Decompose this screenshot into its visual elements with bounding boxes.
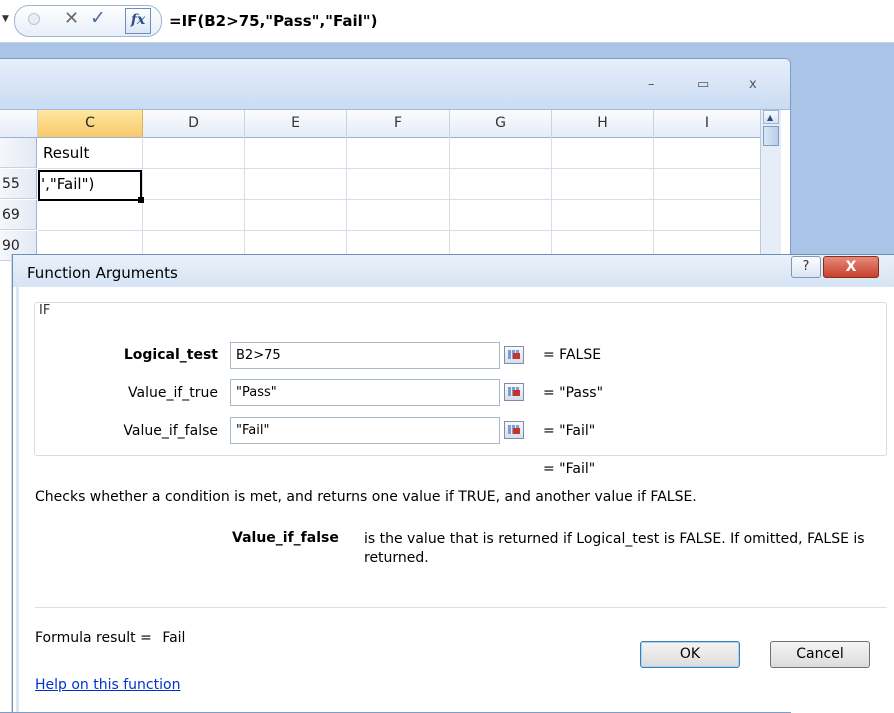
close-dialog-button[interactable]: X xyxy=(823,256,879,278)
range-select-arrow-icon xyxy=(513,390,520,396)
dialog-title: Function Arguments xyxy=(27,264,178,282)
value-if-true-label: Value_if_true xyxy=(128,385,218,401)
column-header-i[interactable]: I xyxy=(654,110,761,137)
value-if-false-collapse-button[interactable] xyxy=(504,421,524,439)
column-header-h[interactable]: H xyxy=(552,110,654,137)
value-if-true-collapse-button[interactable] xyxy=(504,383,524,401)
value-if-false-input[interactable] xyxy=(230,417,500,444)
formula-result-value: Fail xyxy=(162,630,186,646)
table-row xyxy=(38,138,760,169)
enter-entry-icon[interactable]: ✓ xyxy=(90,7,106,29)
fill-handle[interactable] xyxy=(138,197,144,203)
argument-description-text: is the value that is returned if Logical… xyxy=(364,531,865,566)
formula-bar: ▼ ✕ ✓ fx =IF(B2>75,"Pass","Fail") xyxy=(0,0,894,43)
logical-test-input[interactable] xyxy=(230,342,500,369)
scroll-up-icon: ▲ xyxy=(767,113,774,122)
minimize-icon[interactable]: – xyxy=(648,77,655,92)
function-total-result: = "Fail" xyxy=(543,461,596,477)
function-description: Checks whether a condition is met, and r… xyxy=(35,489,697,505)
function-name: IF xyxy=(36,303,54,318)
range-select-arrow-icon xyxy=(513,428,520,434)
column-header-f[interactable]: F xyxy=(347,110,450,137)
formula-result: Formula result = Fail xyxy=(35,630,185,646)
workbook-titlebar: – ▭ x xyxy=(0,59,790,110)
cancel-entry-icon[interactable]: ✕ xyxy=(64,8,79,29)
value-if-true-input[interactable] xyxy=(230,379,500,406)
logical-test-label: Logical_test xyxy=(123,347,218,363)
cell-c1[interactable]: Result xyxy=(43,144,89,162)
table-row xyxy=(38,169,760,200)
column-header-g[interactable]: G xyxy=(450,110,552,137)
insert-function-icon[interactable]: fx xyxy=(125,8,151,34)
help-on-function-link[interactable]: Help on this function xyxy=(35,677,180,693)
column-headers: C D E F G H I xyxy=(0,110,761,138)
name-box-dropdown-icon[interactable]: ▼ xyxy=(2,14,9,24)
row-header[interactable]: 69 xyxy=(0,200,37,230)
cancel-button[interactable]: Cancel xyxy=(770,641,870,668)
value-if-false-label: Value_if_false xyxy=(123,423,218,439)
ok-button[interactable]: OK xyxy=(640,641,740,668)
value-if-true-result: = "Pass" xyxy=(543,385,604,401)
row-header[interactable] xyxy=(0,138,37,168)
close-icon[interactable]: x xyxy=(749,77,757,92)
function-arguments-dialog: Function Arguments ? X IF Logical_test =… xyxy=(12,254,894,712)
logical-test-collapse-button[interactable] xyxy=(504,346,524,364)
logical-test-result: = FALSE xyxy=(543,347,602,363)
help-icon[interactable]: ? xyxy=(791,256,821,278)
dialog-titlebar[interactable]: Function Arguments ? X xyxy=(13,255,894,287)
scroll-thumb[interactable] xyxy=(763,126,779,146)
column-header-d[interactable]: D xyxy=(143,110,245,137)
formula-text[interactable]: =IF(B2>75,"Pass","Fail") xyxy=(169,12,377,30)
table-row xyxy=(38,200,760,231)
range-select-arrow-icon xyxy=(513,353,520,359)
value-if-false-result: = "Fail" xyxy=(543,423,596,439)
column-header-e[interactable]: E xyxy=(245,110,347,137)
scroll-up-button[interactable]: ▲ xyxy=(763,110,779,124)
restore-icon[interactable]: ▭ xyxy=(697,77,709,92)
divider xyxy=(35,607,887,608)
column-header-c[interactable]: C xyxy=(38,110,143,137)
select-all-corner[interactable] xyxy=(0,110,38,137)
formula-result-label: Formula result = xyxy=(35,630,152,646)
formula-bar-grip-icon xyxy=(28,13,40,25)
argument-description-name: Value_if_false xyxy=(232,530,339,546)
row-header[interactable]: 55 xyxy=(0,169,37,199)
cell-c2-text: ',"Fail") xyxy=(41,175,95,193)
